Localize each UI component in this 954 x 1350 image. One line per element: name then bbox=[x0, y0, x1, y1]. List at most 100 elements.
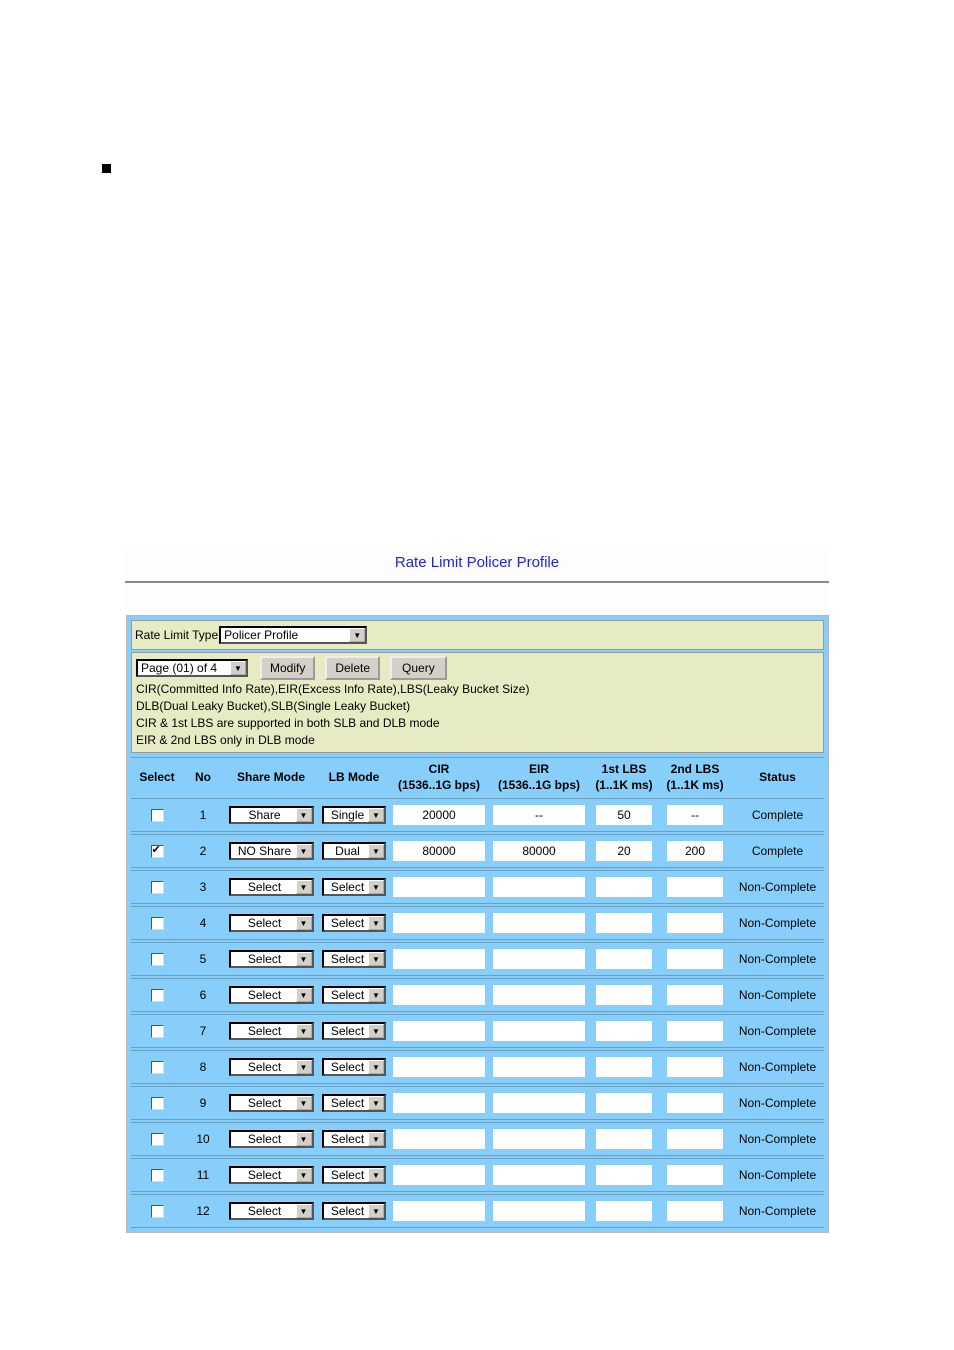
share-mode-select[interactable]: Select ▼ bbox=[228, 1202, 314, 1220]
row-checkbox[interactable] bbox=[150, 953, 164, 967]
eir-input[interactable] bbox=[493, 1093, 585, 1113]
lbs2-input[interactable] bbox=[667, 1165, 723, 1185]
row-checkbox[interactable] bbox=[150, 809, 164, 823]
cir-input[interactable] bbox=[393, 913, 485, 933]
cir-input[interactable] bbox=[393, 1093, 485, 1113]
page-select[interactable]: Page (01) of 4 ▼ bbox=[136, 659, 248, 677]
cir-input[interactable]: 20000 bbox=[393, 805, 485, 825]
cir-input[interactable] bbox=[393, 949, 485, 969]
lb-mode-select[interactable]: Select ▼ bbox=[322, 878, 386, 896]
cir-input[interactable] bbox=[393, 1165, 485, 1185]
lb-mode-select[interactable]: Dual ▼ bbox=[322, 842, 386, 860]
lbs1-input[interactable] bbox=[596, 1057, 652, 1077]
cir-input[interactable] bbox=[393, 1057, 485, 1077]
eir-input[interactable] bbox=[493, 1201, 585, 1221]
eir-input[interactable] bbox=[493, 1057, 585, 1077]
share-mode-select[interactable]: Select ▼ bbox=[228, 1094, 314, 1112]
lbs2-cell bbox=[659, 1158, 731, 1192]
lbs2-input[interactable] bbox=[667, 1093, 723, 1113]
divider bbox=[125, 581, 829, 583]
lbs2-input[interactable]: 200 bbox=[667, 841, 723, 861]
lbs2-input[interactable]: -- bbox=[667, 805, 723, 825]
share-mode-select[interactable]: Share ▼ bbox=[228, 806, 314, 824]
lbs1-input[interactable] bbox=[596, 1021, 652, 1041]
chevron-down-icon: ▼ bbox=[295, 1204, 312, 1218]
lb-mode-select[interactable]: Select ▼ bbox=[322, 914, 386, 932]
row-checkbox[interactable] bbox=[150, 1205, 164, 1219]
chevron-down-icon: ▼ bbox=[368, 988, 384, 1002]
share-mode-cell: Select ▼ bbox=[223, 1050, 319, 1084]
lbs1-input[interactable] bbox=[596, 1201, 652, 1221]
lbs1-input[interactable] bbox=[596, 985, 652, 1005]
row-checkbox[interactable] bbox=[150, 881, 164, 895]
cir-input[interactable] bbox=[393, 985, 485, 1005]
lb-mode-select[interactable]: Select ▼ bbox=[322, 1130, 386, 1148]
eir-input[interactable] bbox=[493, 877, 585, 897]
share-mode-select[interactable]: Select ▼ bbox=[228, 878, 314, 896]
lb-mode-select[interactable]: Select ▼ bbox=[322, 1202, 386, 1220]
lbs1-input[interactable] bbox=[596, 949, 652, 969]
eir-input[interactable] bbox=[493, 1165, 585, 1185]
eir-input[interactable]: -- bbox=[493, 805, 585, 825]
modify-button[interactable]: Modify bbox=[260, 656, 316, 680]
row-checkbox[interactable] bbox=[150, 1097, 164, 1111]
delete-button[interactable]: Delete bbox=[325, 656, 381, 680]
lbs1-input[interactable] bbox=[596, 1165, 652, 1185]
lbs2-input[interactable] bbox=[667, 1057, 723, 1077]
row-checkbox[interactable] bbox=[150, 1133, 164, 1147]
cir-input[interactable] bbox=[393, 877, 485, 897]
share-mode-select[interactable]: Select ▼ bbox=[228, 914, 314, 932]
lb-mode-select[interactable]: Single ▼ bbox=[322, 806, 386, 824]
lb-mode-select[interactable]: Select ▼ bbox=[322, 1058, 386, 1076]
chevron-down-icon: ▼ bbox=[368, 880, 384, 894]
row-checkbox[interactable] bbox=[150, 917, 164, 931]
lb-mode-select[interactable]: Select ▼ bbox=[322, 986, 386, 1004]
lb-mode-select[interactable]: Select ▼ bbox=[322, 1022, 386, 1040]
row-checkbox[interactable] bbox=[150, 1025, 164, 1039]
eir-input[interactable]: 80000 bbox=[493, 841, 585, 861]
cir-input[interactable] bbox=[393, 1021, 485, 1041]
lb-mode-select[interactable]: Select ▼ bbox=[322, 1166, 386, 1184]
share-mode-select[interactable]: Select ▼ bbox=[228, 1058, 314, 1076]
cir-input[interactable] bbox=[393, 1201, 485, 1221]
share-mode-select[interactable]: Select ▼ bbox=[228, 1022, 314, 1040]
share-mode-select[interactable]: Select ▼ bbox=[228, 950, 314, 968]
lbs1-input[interactable] bbox=[596, 913, 652, 933]
lbs2-input[interactable] bbox=[667, 1021, 723, 1041]
eir-input[interactable] bbox=[493, 913, 585, 933]
cir-input[interactable] bbox=[393, 1129, 485, 1149]
share-mode-select[interactable]: Select ▼ bbox=[228, 986, 314, 1004]
eir-input[interactable] bbox=[493, 949, 585, 969]
lbs1-cell bbox=[589, 870, 659, 904]
lbs2-input[interactable] bbox=[667, 1129, 723, 1149]
row-checkbox[interactable] bbox=[150, 1169, 164, 1183]
lbs2-input[interactable] bbox=[667, 913, 723, 933]
lbs2-input[interactable] bbox=[667, 985, 723, 1005]
rate-limit-type-select[interactable]: Policer Profile ▼ bbox=[219, 626, 368, 644]
lbs1-input[interactable] bbox=[596, 877, 652, 897]
lbs1-input[interactable] bbox=[596, 1093, 652, 1113]
lb-mode-select[interactable]: Select ▼ bbox=[322, 950, 386, 968]
chevron-down-icon: ▼ bbox=[368, 1132, 384, 1146]
row-checkbox[interactable] bbox=[150, 1061, 164, 1075]
lbs1-input[interactable] bbox=[596, 1129, 652, 1149]
eir-cell bbox=[489, 1050, 589, 1084]
lbs2-input[interactable] bbox=[667, 1201, 723, 1221]
row-checkbox[interactable] bbox=[150, 989, 164, 1003]
lbs1-input[interactable]: 20 bbox=[596, 841, 652, 861]
lbs1-input[interactable]: 50 bbox=[596, 805, 652, 825]
status-text: Non-Complete bbox=[731, 978, 824, 1012]
cir-input[interactable]: 80000 bbox=[393, 841, 485, 861]
row-checkbox[interactable] bbox=[150, 843, 164, 859]
lb-mode-select[interactable]: Select ▼ bbox=[322, 1094, 386, 1112]
eir-input[interactable] bbox=[493, 1021, 585, 1041]
eir-input[interactable] bbox=[493, 1129, 585, 1149]
query-button[interactable]: Query bbox=[390, 656, 447, 680]
share-mode-select[interactable]: Select ▼ bbox=[228, 1130, 314, 1148]
lbs2-cell bbox=[659, 1014, 731, 1048]
lbs2-input[interactable] bbox=[667, 949, 723, 969]
share-mode-select[interactable]: NO Share ▼ bbox=[228, 842, 314, 860]
lbs2-input[interactable] bbox=[667, 877, 723, 897]
eir-input[interactable] bbox=[493, 985, 585, 1005]
share-mode-select[interactable]: Select ▼ bbox=[228, 1166, 314, 1184]
